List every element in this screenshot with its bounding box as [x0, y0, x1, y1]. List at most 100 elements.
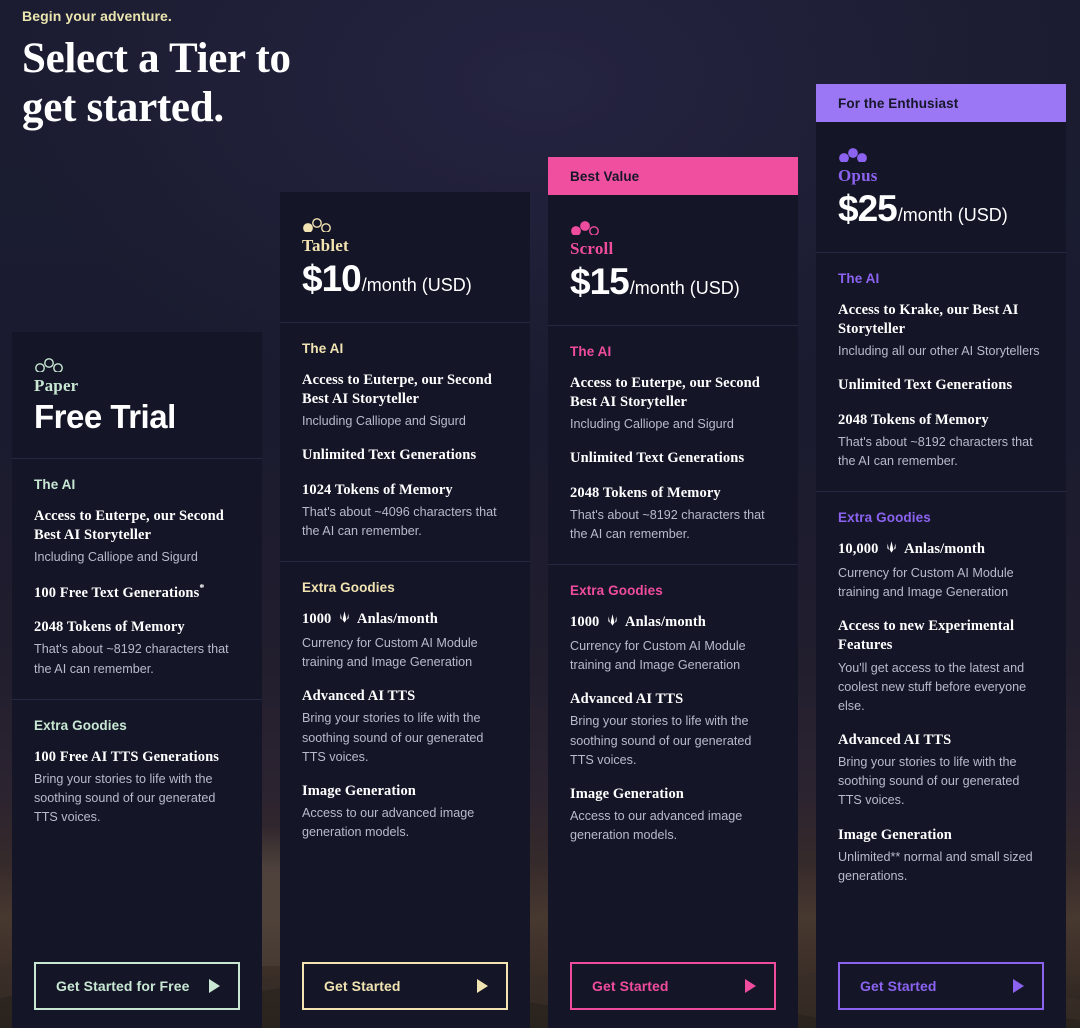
feature-title: Image Generation: [838, 826, 952, 843]
feature-title: 2048 Tokens of Memory: [570, 484, 721, 501]
section-title: Extra Goodies: [34, 717, 127, 733]
card-ribbon-scroll: Best Value: [548, 157, 798, 195]
feature-title: 10,000 Anlas/month: [838, 540, 1044, 561]
feature-description: That's about ~4096 characters that the A…: [302, 504, 497, 538]
feature-item: Advanced AI TTS Bring your stories to lif…: [838, 731, 1044, 811]
feature-title: 2048 Tokens of Memory: [838, 411, 989, 428]
price-amount: Free Trial: [34, 398, 176, 435]
card-spacer: [12, 847, 262, 962]
feature-title: 1000 Anlas/month: [570, 613, 776, 634]
feature-title: Unlimited Text Generations: [302, 447, 477, 464]
feature-description: Including all our other AI Storytellers: [838, 344, 1040, 359]
get-started-label: Get Started: [324, 978, 401, 994]
feature-item: 2048 Tokens of Memory That's about ~8192 …: [34, 618, 240, 678]
tier-dots-4-icon: [838, 144, 1044, 163]
price-amount: $15: [570, 261, 630, 302]
tier-name-opus: Opus: [838, 166, 878, 185]
feature-item: Image Generation Unlimited** normal and s…: [838, 826, 1044, 886]
get-started-button-tablet[interactable]: Get Started: [302, 962, 508, 1010]
feature-title: 1000 Anlas/month: [302, 610, 508, 631]
arrow-right-icon: [477, 979, 488, 993]
feature-title: 2048 Tokens of Memory: [34, 619, 185, 636]
arrow-right-icon: [1013, 979, 1024, 993]
feature-title: Access to Euterpe, our Second Best AI St…: [34, 508, 224, 544]
card-section-tablet-0: The AI Access to Euterpe, our Second Best…: [280, 323, 530, 562]
card-section-opus-1: Extra Goodies 10,000 Anlas/month Currency …: [816, 492, 1066, 906]
card-header-scroll: Scroll $15/month (USD): [548, 195, 798, 326]
section-title: The AI: [838, 271, 880, 286]
feature-item: Access to new Experimental Features You'l…: [838, 617, 1044, 716]
section-title: Extra Goodies: [570, 582, 663, 598]
pricing-card-paper: Paper Free Trial The AI Access to Euterpe, …: [12, 332, 262, 1028]
card-section-scroll-0: The AI Access to Euterpe, our Second Best…: [548, 326, 798, 565]
feature-item: 1000 Anlas/month Currency for Custom AI M…: [570, 613, 776, 675]
feature-description: Bring your stories to life with the soot…: [838, 755, 1020, 808]
feature-description: You'll get access to the latest and cool…: [838, 660, 1027, 713]
pricing-card-scroll: Best Value Scroll $15/month (USD) The AI Acc…: [548, 157, 798, 1028]
feature-item: 10,000 Anlas/month Currency for Custom AI…: [838, 540, 1044, 602]
feature-title: 100 Free AI TTS Generations: [34, 748, 220, 765]
get-started-button-scroll[interactable]: Get Started: [570, 962, 776, 1010]
feature-item: 100 Free Text Generations*: [34, 582, 240, 603]
feature-description: Bring your stories to life with the soot…: [570, 714, 752, 767]
card-spacer: [816, 906, 1066, 962]
card-header-tablet: Tablet $10/month (USD): [280, 192, 530, 323]
card-header-paper: Paper Free Trial: [12, 332, 262, 459]
feature-title: Access to Krake, our Best AI Storyteller: [838, 302, 1019, 338]
price-amount: $25: [838, 188, 898, 229]
page-title: Select a Tier to get started.: [22, 35, 291, 132]
feature-title: Access to new Experimental Features: [838, 618, 1015, 654]
tier-price-opus: $25/month (USD): [838, 188, 1044, 230]
get-started-label: Get Started: [592, 978, 669, 994]
feature-item: Access to Euterpe, our Second Best AI St…: [302, 371, 508, 431]
feature-description: Access to our advanced image generation …: [302, 806, 475, 840]
feature-description: Including Calliope and Sigurd: [302, 414, 466, 429]
pricing-card-tablet: Tablet $10/month (USD) The AI Access to Eut…: [280, 192, 530, 1028]
feature-description: That's about ~8192 characters that the A…: [570, 507, 765, 541]
feature-title: 100 Free Text Generations*: [34, 583, 205, 602]
feature-description: Currency for Custom AI Module training a…: [838, 566, 1014, 600]
feature-description: Currency for Custom AI Module training a…: [570, 639, 746, 673]
arrow-right-icon: [209, 979, 220, 993]
feature-item: Image Generation Access to our advanced i…: [302, 782, 508, 842]
price-suffix: /month (USD): [629, 278, 740, 298]
feature-description: Bring your stories to life with the soot…: [302, 711, 484, 764]
feature-item: 1024 Tokens of Memory That's about ~4096 …: [302, 481, 508, 541]
feature-item: Advanced AI TTS Bring your stories to lif…: [302, 687, 508, 767]
tier-price-paper: Free Trial: [34, 398, 240, 436]
feature-item: Unlimited Text Generations: [570, 449, 776, 468]
feature-title: Access to Euterpe, our Second Best AI St…: [302, 372, 492, 408]
section-title: Extra Goodies: [838, 509, 931, 525]
card-section-scroll-1: Extra Goodies 1000 Anlas/month Currency fo…: [548, 565, 798, 865]
pricing-card-opus: For the Enthusiast Opus $25/month (USD) The…: [816, 84, 1066, 1028]
feature-title: Unlimited Text Generations: [570, 450, 745, 467]
feature-description: That's about ~8192 characters that the A…: [838, 434, 1033, 468]
price-amount: $10: [302, 258, 362, 299]
feature-title: Image Generation: [570, 785, 684, 802]
feature-item: Image Generation Access to our advanced i…: [570, 785, 776, 845]
feature-title: Advanced AI TTS: [302, 688, 416, 705]
card-header-opus: Opus $25/month (USD): [816, 122, 1066, 253]
tier-price-tablet: $10/month (USD): [302, 258, 508, 300]
card-section-paper-0: The AI Access to Euterpe, our Second Best…: [12, 459, 262, 700]
card-section-opus-0: The AI Access to Krake, our Best AI Story…: [816, 253, 1066, 492]
feature-item: 1000 Anlas/month Currency for Custom AI M…: [302, 610, 508, 672]
get-started-label: Get Started: [860, 978, 937, 994]
price-suffix: /month (USD): [361, 275, 472, 295]
section-title: The AI: [302, 341, 344, 356]
feature-title: Access to Euterpe, our Second Best AI St…: [570, 375, 760, 411]
header-eyebrow: Begin your adventure.: [22, 8, 172, 24]
tier-name-scroll: Scroll: [570, 239, 614, 258]
feature-item: Access to Krake, our Best AI Storyteller…: [838, 301, 1044, 361]
feature-title: Advanced AI TTS: [570, 691, 684, 708]
feature-item: 100 Free AI TTS Generations Bring your st…: [34, 748, 240, 828]
feature-description: Currency for Custom AI Module training a…: [302, 636, 478, 670]
feature-item: Access to Euterpe, our Second Best AI St…: [570, 374, 776, 434]
get-started-button-opus[interactable]: Get Started: [838, 962, 1044, 1010]
get-started-button-paper[interactable]: Get Started for Free: [34, 962, 240, 1010]
get-started-label: Get Started for Free: [56, 978, 190, 994]
tier-price-scroll: $15/month (USD): [570, 261, 776, 303]
card-section-paper-1: Extra Goodies 100 Free AI TTS Generations…: [12, 700, 262, 848]
card-spacer: [280, 862, 530, 962]
card-spacer: [548, 865, 798, 962]
